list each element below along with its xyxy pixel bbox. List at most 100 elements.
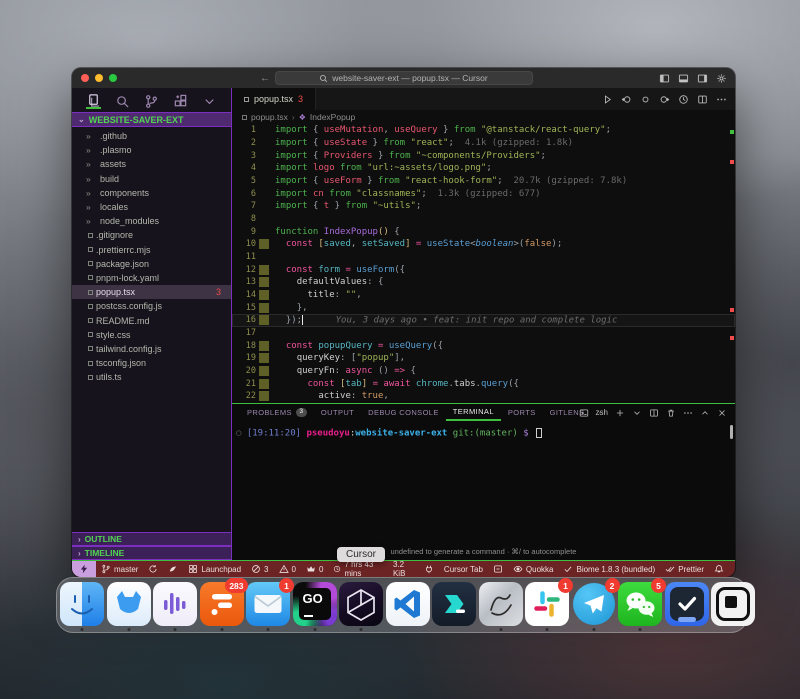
dock-item-audio-app[interactable] (153, 581, 197, 631)
audio-app-icon[interactable] (153, 582, 197, 626)
split-icon[interactable] (697, 94, 708, 105)
status-item-wakatime[interactable]: 7 hrs 43 mins (328, 561, 388, 577)
activity-ext-button[interactable] (173, 92, 188, 109)
tree-item-assets[interactable]: »assets (72, 157, 231, 171)
trash-icon[interactable] (666, 408, 676, 418)
cursor-icon[interactable] (339, 582, 383, 626)
more-icon[interactable] (683, 408, 693, 418)
dock-item-vscode[interactable] (386, 581, 430, 631)
panel-tab-problems[interactable]: PROBLEMS3 (240, 404, 314, 421)
dock-item-finder[interactable] (60, 581, 104, 631)
activity-files-button[interactable] (86, 92, 101, 109)
status-item-prettier[interactable]: Prettier (660, 561, 709, 577)
status-item-plug[interactable] (419, 561, 439, 577)
tree-item--plasmo[interactable]: ».plasmo (72, 143, 231, 157)
status-item-copilot[interactable] (163, 561, 183, 577)
dock-item-fox-app[interactable] (107, 581, 151, 631)
dock-item-frame-app[interactable] (711, 581, 755, 631)
gear-icon[interactable] (716, 73, 727, 84)
tab-popup-tsx[interactable]: popup.tsx 3 (232, 88, 316, 110)
status-item-branch[interactable]: master (96, 561, 143, 577)
dock-item-warp[interactable] (432, 581, 476, 631)
panel-tab-terminal[interactable]: TERMINAL (446, 404, 501, 421)
status-item-sync[interactable] (143, 561, 163, 577)
play-icon[interactable] (602, 94, 613, 105)
dock-item-art-app[interactable] (479, 581, 523, 631)
panel-tab-ports[interactable]: PORTS (501, 404, 543, 421)
status-item-warnings[interactable]: 0 (274, 561, 301, 577)
goland-icon[interactable]: GO (293, 582, 337, 626)
history-icon[interactable] (678, 94, 689, 105)
dock-item-telegram[interactable]: 2 (572, 581, 616, 631)
close-icon[interactable] (717, 408, 727, 418)
overview-ruler[interactable] (729, 124, 735, 403)
terminal[interactable]: ○ [19:11:20] pseudoyu:website-saver-ext … (232, 421, 735, 560)
vscode-icon[interactable] (386, 582, 430, 626)
plus-icon[interactable] (615, 408, 625, 418)
status-item-biome[interactable]: Biome 1.8.3 (bundled) (558, 561, 660, 577)
panel-left-icon[interactable] (659, 73, 670, 84)
minimize-window-button[interactable] (95, 74, 103, 82)
status-item-remote[interactable] (72, 561, 96, 577)
tree-item-tsconfig-json[interactable]: tsconfig.json (72, 356, 231, 370)
explorer-project-header[interactable]: ⌄ WEBSITE-SAVER-EXT (72, 112, 231, 127)
tree-item-readme-md[interactable]: README.md (72, 313, 231, 327)
terminal-icon[interactable] (579, 408, 589, 418)
outline-section[interactable]: › OUTLINE (72, 532, 231, 546)
activity-chev-down-button[interactable] (202, 92, 217, 109)
chev-down-icon[interactable] (632, 408, 642, 418)
status-item-quokka[interactable]: Quokka (508, 561, 559, 577)
art-app-icon[interactable] (479, 582, 523, 626)
tree-item-style-css[interactable]: style.css (72, 328, 231, 342)
tree-item-node-modules[interactable]: »node_modules (72, 214, 231, 228)
tasks-app-icon[interactable] (665, 582, 709, 626)
timeline-section[interactable]: › TIMELINE (72, 546, 231, 560)
dock-item-rss-app[interactable]: 283 (200, 581, 244, 631)
tree-item-tailwind-config-js[interactable]: tailwind.config.js (72, 342, 231, 356)
warp-icon[interactable] (432, 582, 476, 626)
dock-item-goland[interactable]: GO (293, 581, 337, 631)
activity-search-button[interactable] (115, 92, 130, 109)
more-icon[interactable] (716, 94, 727, 105)
tree-item-utils-ts[interactable]: utils.ts (72, 370, 231, 384)
tree-item-locales[interactable]: »locales (72, 200, 231, 214)
panel-tab-debug-console[interactable]: DEBUG CONSOLE (361, 404, 446, 421)
chev-up-icon[interactable] (700, 408, 710, 418)
tree-item-popup-tsx[interactable]: popup.tsx3 (72, 285, 231, 299)
terminal-scrollbar[interactable] (730, 425, 733, 439)
dock-item-wechat[interactable]: 5 (618, 581, 662, 631)
tree-item-build[interactable]: »build (72, 172, 231, 186)
breadcrumb-file[interactable]: popup.tsx (251, 112, 288, 122)
history-back-icon[interactable]: ← (260, 73, 270, 84)
panel-tab-output[interactable]: OUTPUT (314, 404, 361, 421)
status-item-size[interactable]: 3.2 KiB (388, 561, 419, 577)
titlebar[interactable]: ← → website-saver-ext — popup.tsx — Curs… (72, 68, 735, 88)
dock-item-cursor[interactable] (339, 581, 383, 631)
dock-item-tasks-app[interactable] (665, 581, 709, 631)
tree-item--prettierrc-mjs[interactable]: .prettierrc.mjs (72, 243, 231, 257)
panel-bottom-icon[interactable] (678, 73, 689, 84)
status-item-cursor-tab-icon[interactable] (488, 561, 508, 577)
status-item-launchpad[interactable]: Launchpad (183, 561, 246, 577)
status-item-cursor-tab[interactable]: Cursor Tab (439, 561, 488, 577)
breadcrumb-symbol[interactable]: IndexPopup (310, 112, 355, 122)
activity-git-button[interactable] (144, 92, 159, 109)
terminal-prompt[interactable]: ○ [19:11:20] pseudoyu:website-saver-ext … (236, 428, 735, 439)
dock-item-slack[interactable]: 1 (525, 581, 569, 631)
circle-icon[interactable] (640, 94, 651, 105)
tree-item--github[interactable]: ».github (72, 129, 231, 143)
status-item-notifications[interactable] (709, 561, 729, 577)
status-item-errors[interactable]: 3 (246, 561, 273, 577)
tree-item-postcss-config-js[interactable]: postcss.config.js (72, 299, 231, 313)
dock-item-mail[interactable]: 1 (246, 581, 290, 631)
circle-back-icon[interactable] (621, 94, 632, 105)
close-window-button[interactable] (81, 74, 89, 82)
status-item-feedback[interactable]: 0 (301, 561, 328, 577)
breadcrumb[interactable]: popup.tsx › ❖ IndexPopup (232, 110, 735, 124)
frame-app-icon[interactable] (711, 582, 755, 626)
split-icon[interactable] (649, 408, 659, 418)
code-editor[interactable]: 1import { useMutation, useQuery } from "… (232, 124, 735, 403)
finder-icon[interactable] (60, 582, 104, 626)
fox-app-icon[interactable] (107, 582, 151, 626)
zoom-window-button[interactable] (109, 74, 117, 82)
